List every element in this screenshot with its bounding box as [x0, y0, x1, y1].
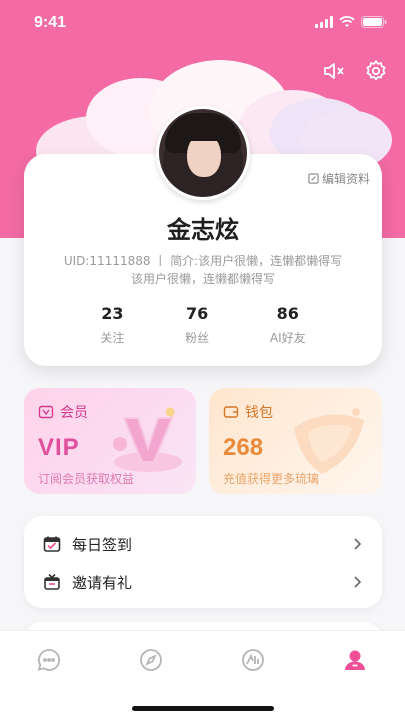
battery-icon: [361, 16, 387, 28]
menu-item-daily-checkin[interactable]: 每日签到: [24, 524, 382, 564]
wallet-icon: [223, 406, 239, 418]
edit-profile-link[interactable]: 编辑资料: [308, 170, 370, 187]
crystal-illustration: [294, 408, 364, 474]
tab-discover[interactable]: [136, 645, 166, 675]
wifi-icon: [339, 16, 355, 27]
avatar-fringe: [183, 127, 225, 141]
profile-icon: [345, 650, 365, 670]
tab-ai[interactable]: [238, 645, 268, 675]
edit-profile-label: 编辑资料: [321, 172, 370, 186]
vip-card-header: 会员: [38, 402, 88, 422]
calendar-icon: [42, 534, 62, 554]
avatar[interactable]: [156, 106, 250, 200]
wallet-card-title: 钱包: [245, 405, 273, 421]
vip-icon: [38, 405, 54, 419]
vip-card-title: 会员: [60, 405, 88, 421]
user-bio: UID:11111888 丨 简介:该用户很懒，连懒都懒得写 该用户很懒，连懒都…: [46, 252, 360, 288]
wallet-card[interactable]: 钱包 268 充值获得更多琉璃: [209, 388, 382, 494]
chat-icon: [37, 649, 61, 671]
tab-profile[interactable]: [340, 645, 370, 675]
stat-ai-friends[interactable]: 86 AI好友: [270, 304, 306, 346]
vip-label: VIP: [38, 434, 80, 461]
stat-followers[interactable]: 76 粉丝: [185, 304, 209, 346]
vip-card[interactable]: 会员 VIP 订阅会员获取权益: [24, 388, 196, 494]
user-name: 金志炫: [167, 216, 239, 244]
chevron-right-icon: [354, 538, 362, 550]
menu-item-label: 每日签到: [72, 535, 133, 554]
stat-label: AI好友: [269, 331, 306, 345]
edit-icon: [308, 173, 319, 184]
menu-card: 每日签到 邀请有礼: [24, 516, 382, 608]
status-bar: 9:41: [0, 0, 405, 44]
menu-item-invite[interactable]: 邀请有礼: [24, 562, 382, 602]
menu-item-label: 邀请有礼: [72, 573, 133, 592]
chevron-right-icon: [354, 576, 362, 588]
wallet-balance: 268: [223, 434, 264, 461]
header-actions: [321, 58, 389, 84]
status-time: 9:41: [34, 14, 67, 31]
user-stats: 23 关注 76 粉丝 86 AI好友: [24, 304, 382, 346]
ai-icon: [242, 649, 264, 671]
stat-value: 86: [276, 304, 299, 323]
stat-value: 23: [101, 304, 124, 323]
status-indicators: [315, 16, 387, 28]
stat-following[interactable]: 23 关注: [100, 304, 124, 346]
wallet-card-header: 钱包: [223, 402, 273, 422]
stat-value: 76: [185, 304, 209, 323]
bio-line: UID:11111888 丨 简介:该用户很懒，连懒都懒得写: [63, 254, 343, 268]
vip-badge-illustration: [113, 407, 182, 472]
stat-label: 关注: [100, 331, 125, 345]
stat-label: 粉丝: [185, 331, 210, 345]
gift-icon: [42, 572, 62, 592]
compass-icon: [140, 649, 162, 671]
speaker-icon[interactable]: [321, 58, 347, 84]
bio-line: 该用户很懒，连懒都懒得写: [130, 272, 275, 286]
gear-icon[interactable]: [363, 58, 389, 84]
tab-messages[interactable]: [34, 645, 64, 675]
signal-icon: [315, 16, 333, 28]
home-indicator: [132, 706, 274, 711]
